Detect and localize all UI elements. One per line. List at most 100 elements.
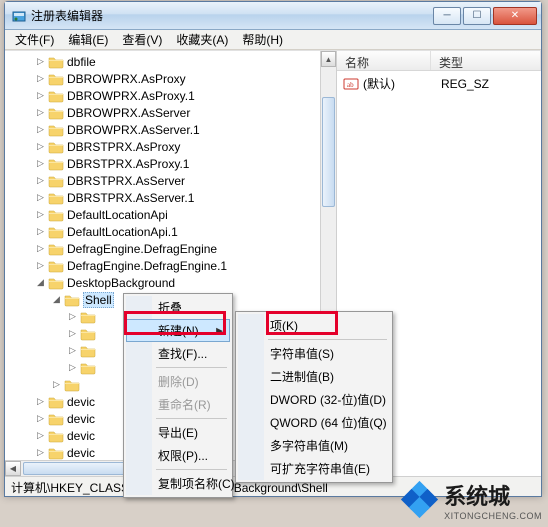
tree-item[interactable]: ▷DBRSTPRX.AsServer.1	[11, 189, 320, 206]
ctx-delete[interactable]: 删除(D)	[126, 370, 230, 393]
menu-file[interactable]: 文件(F)	[9, 29, 60, 50]
expand-toggle-icon[interactable]: ▷	[35, 243, 46, 254]
ctx-rename[interactable]: 重命名(R)	[126, 393, 230, 416]
folder-icon	[64, 378, 80, 392]
string-value-icon: ab	[343, 77, 359, 91]
expand-toggle-icon[interactable]: ▷	[67, 362, 78, 373]
col-header-name[interactable]: 名称	[337, 51, 431, 70]
tree-item-label: DBRSTPRX.AsProxy.1	[67, 157, 189, 171]
tree-item[interactable]: ◢ DesktopBackground	[11, 274, 320, 291]
tree-item-label: DBROWPRX.AsProxy.1	[67, 89, 195, 103]
watermark-text-en: XITONGCHENG.COM	[444, 511, 542, 521]
folder-icon	[48, 242, 64, 256]
tree-item-label: DesktopBackground	[67, 276, 175, 290]
ctx-new-key[interactable]: 项(K)	[238, 314, 390, 337]
window-title: 注册表编辑器	[31, 7, 433, 24]
expand-toggle-icon[interactable]: ▷	[35, 260, 46, 271]
tree-item-label: devic	[67, 412, 95, 426]
expand-toggle-icon[interactable]: ▷	[35, 175, 46, 186]
expand-toggle-icon[interactable]: ▷	[35, 430, 46, 441]
ctx-collapse[interactable]: 折叠	[126, 296, 230, 319]
tree-item-label: Shell	[83, 292, 114, 308]
folder-icon	[48, 123, 64, 137]
expand-toggle-icon[interactable]: ◢	[51, 294, 62, 305]
titlebar[interactable]: 注册表编辑器 ─ ☐ ✕	[5, 2, 541, 30]
tree-item[interactable]: ▷ dbfile	[11, 53, 320, 70]
tree-item[interactable]: ▷DBROWPRX.AsServer.1	[11, 121, 320, 138]
tree-item[interactable]: ▷ DefaultLocationApi.1	[11, 223, 320, 240]
folder-icon	[48, 191, 64, 205]
ctx-export[interactable]: 导出(E)	[126, 421, 230, 444]
folder-icon	[80, 361, 96, 375]
expand-toggle-icon[interactable]: ◢	[35, 277, 46, 288]
folder-icon	[48, 276, 64, 290]
ctx-new-multisz[interactable]: 多字符串值(M)	[238, 434, 390, 457]
menu-favorites[interactable]: 收藏夹(A)	[170, 29, 234, 50]
expand-toggle-icon[interactable]: ▷	[51, 379, 62, 390]
menu-view[interactable]: 查看(V)	[116, 29, 168, 50]
maximize-button[interactable]: ☐	[463, 7, 491, 25]
menubar: 文件(F) 编辑(E) 查看(V) 收藏夹(A) 帮助(H)	[5, 30, 541, 50]
tree-item-label: DBRSTPRX.AsProxy	[67, 140, 180, 154]
ctx-permissions[interactable]: 权限(P)...	[126, 444, 230, 467]
expand-toggle-icon[interactable]: ▷	[35, 192, 46, 203]
ctx-new-binary[interactable]: 二进制值(B)	[238, 365, 390, 388]
tree-item[interactable]: ▷DefragEngine.DefragEngine.1	[11, 257, 320, 274]
ctx-separator	[156, 469, 227, 470]
expand-toggle-icon[interactable]: ▷	[35, 158, 46, 169]
close-button[interactable]: ✕	[493, 7, 537, 25]
tree-item[interactable]: ▷ DBROWPRX.AsProxy	[11, 70, 320, 87]
folder-icon	[64, 293, 80, 307]
expand-toggle-icon[interactable]: ▷	[35, 209, 46, 220]
svg-text:ab: ab	[347, 81, 354, 89]
ctx-new-dword[interactable]: DWORD (32-位)值(D)	[238, 388, 390, 411]
folder-icon	[48, 157, 64, 171]
expand-toggle-icon[interactable]: ▷	[35, 124, 46, 135]
folder-icon	[48, 395, 64, 409]
minimize-button[interactable]: ─	[433, 7, 461, 25]
expand-toggle-icon[interactable]: ▷	[35, 226, 46, 237]
tree-item-label: DefaultLocationApi.1	[67, 225, 178, 239]
scroll-up-button[interactable]: ▲	[321, 51, 336, 67]
expand-toggle-icon[interactable]: ▷	[35, 413, 46, 424]
folder-icon	[48, 72, 64, 86]
list-row[interactable]: ab (默认) REG_SZ	[343, 75, 535, 92]
expand-toggle-icon[interactable]: ▷	[35, 396, 46, 407]
expand-toggle-icon[interactable]: ▷	[67, 311, 78, 322]
tree-item[interactable]: ▷ DBRSTPRX.AsProxy.1	[11, 155, 320, 172]
tree-item[interactable]: ▷DBROWPRX.AsServer	[11, 104, 320, 121]
scroll-v-thumb[interactable]	[322, 97, 335, 207]
tree-item[interactable]: ▷ DefaultLocationApi	[11, 206, 320, 223]
expand-toggle-icon[interactable]: ▷	[35, 56, 46, 67]
list-body[interactable]: ab (默认) REG_SZ	[337, 71, 541, 96]
expand-toggle-icon[interactable]: ▷	[35, 107, 46, 118]
ctx-new[interactable]: 新建(N) ▶	[126, 319, 230, 342]
folder-icon	[48, 140, 64, 154]
folder-icon	[80, 327, 96, 341]
ctx-separator	[156, 418, 227, 419]
tree-item[interactable]: ▷DefragEngine.DefragEngine	[11, 240, 320, 257]
expand-toggle-icon[interactable]: ▷	[35, 73, 46, 84]
expand-toggle-icon[interactable]: ▷	[67, 345, 78, 356]
ctx-new-expandsz[interactable]: 可扩充字符串值(E)	[238, 457, 390, 480]
tree-item[interactable]: ▷ DBROWPRX.AsProxy.1	[11, 87, 320, 104]
ctx-copy-key-name[interactable]: 复制项名称(C)	[126, 472, 230, 495]
expand-toggle-icon[interactable]: ▷	[35, 90, 46, 101]
ctx-new-qword[interactable]: QWORD (64 位)值(Q)	[238, 411, 390, 434]
ctx-find[interactable]: 查找(F)...	[126, 342, 230, 365]
menu-edit[interactable]: 编辑(E)	[62, 29, 114, 50]
expand-toggle-icon[interactable]: ▷	[35, 447, 46, 458]
ctx-new-label: 新建(N)	[158, 324, 199, 338]
tree-item[interactable]: ▷DBRSTPRX.AsServer	[11, 172, 320, 189]
menu-help[interactable]: 帮助(H)	[236, 29, 289, 50]
tree-item[interactable]: ▷ DBRSTPRX.AsProxy	[11, 138, 320, 155]
expand-toggle-icon[interactable]: ▷	[67, 328, 78, 339]
scroll-left-button[interactable]: ◀	[5, 461, 21, 476]
ctx-new-string[interactable]: 字符串值(S)	[238, 342, 390, 365]
expand-toggle-icon[interactable]: ▷	[35, 141, 46, 152]
tree-item-label: DefaultLocationApi	[67, 208, 168, 222]
col-header-type[interactable]: 类型	[431, 51, 541, 70]
ctx-separator	[268, 339, 387, 340]
tree-item-label: DBROWPRX.AsProxy	[67, 72, 186, 86]
tree-item-label: dbfile	[67, 55, 96, 69]
